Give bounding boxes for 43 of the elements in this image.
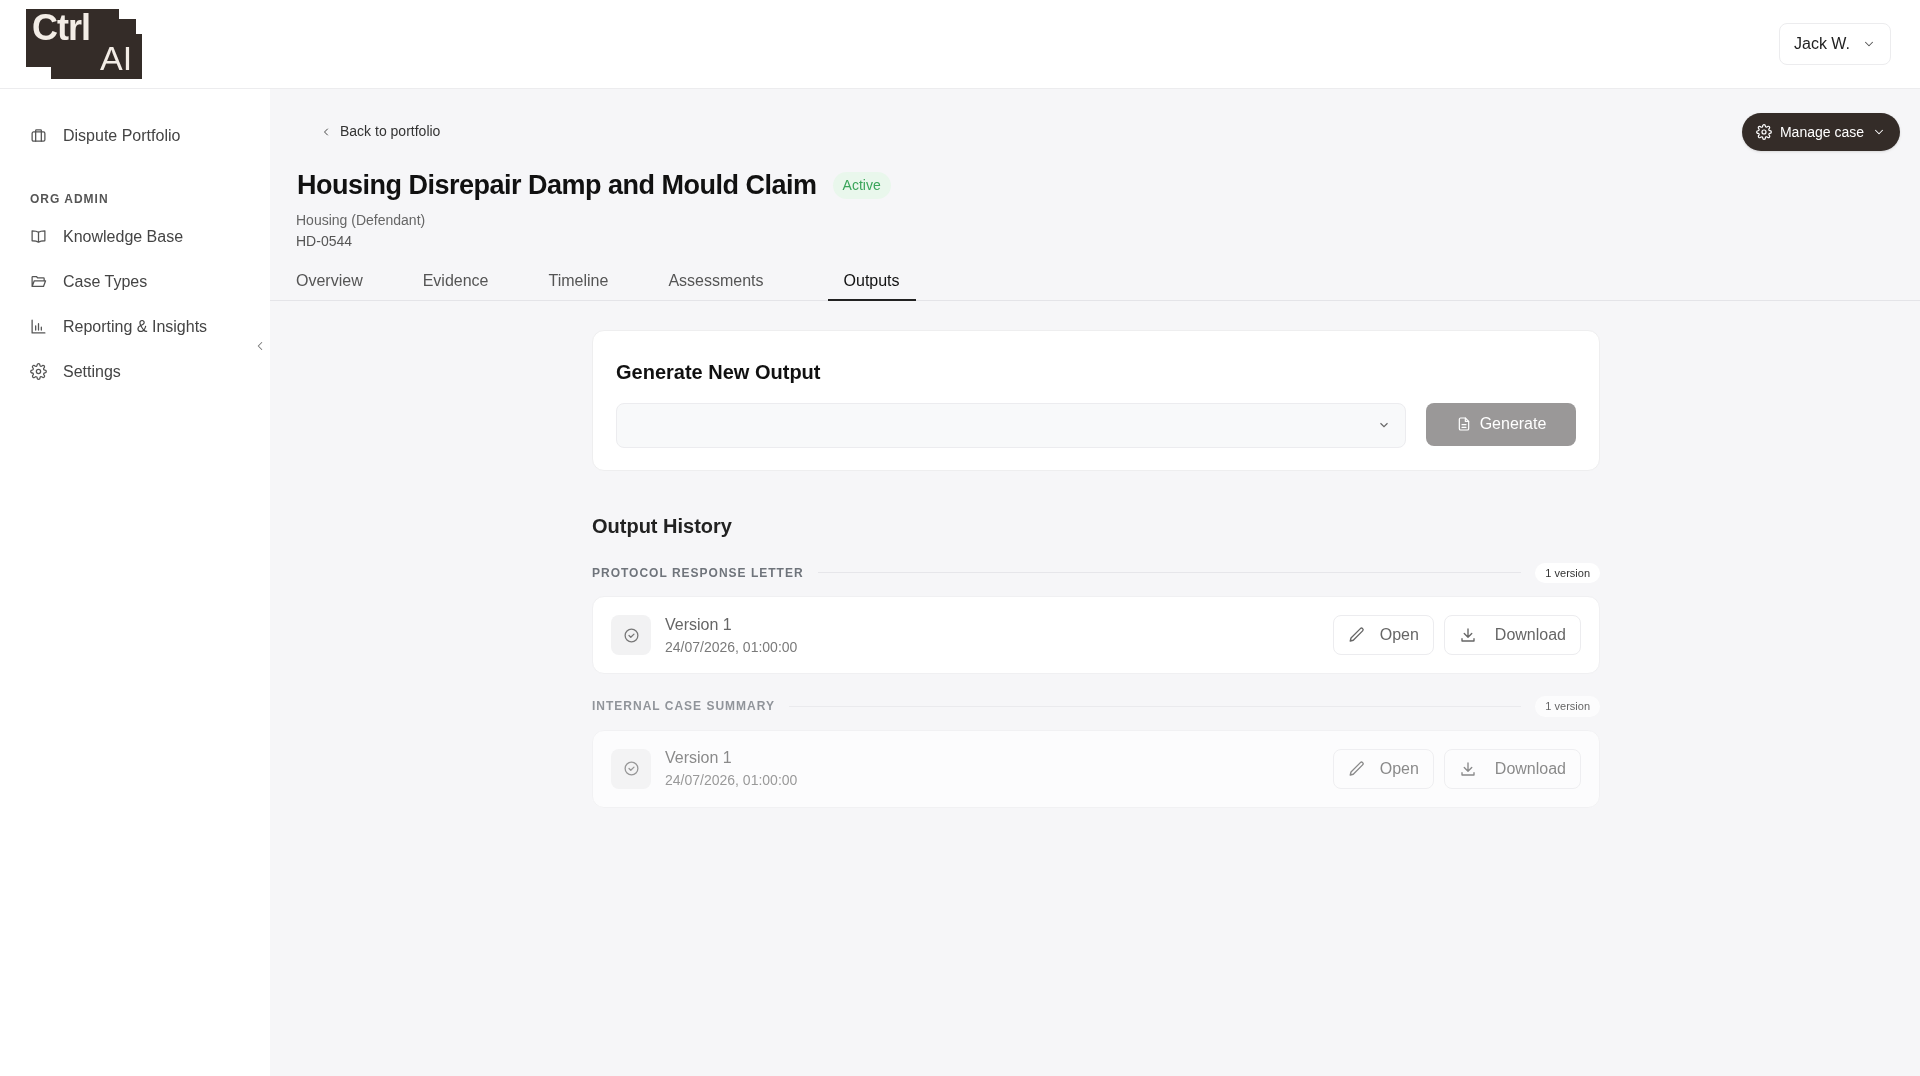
user-menu-button[interactable]: Jack W.	[1779, 23, 1891, 65]
version-count: 1 version	[1535, 562, 1600, 583]
version-count: 1 version	[1535, 696, 1600, 717]
version-label: Version 1	[665, 748, 733, 768]
tab[interactable]: Assessments	[652, 263, 780, 301]
tab[interactable]: Outputs	[827, 263, 916, 301]
briefcase-icon	[30, 127, 47, 144]
sidebar-item[interactable]: Settings	[30, 353, 240, 390]
open-button[interactable]: Open	[1332, 615, 1434, 655]
manage-case-button[interactable]: Manage case	[1741, 113, 1900, 151]
tab[interactable]: Timeline	[532, 263, 625, 301]
check-circle-icon	[622, 760, 640, 777]
pencil-icon	[1347, 626, 1366, 644]
back-link[interactable]: Back to portfolio	[320, 121, 441, 142]
sidebar-item[interactable]: Case Types	[30, 263, 240, 300]
sidebar-item[interactable]: Knowledge Base	[30, 218, 240, 255]
card-title: Generate New Output	[616, 359, 822, 385]
download-button[interactable]: Download	[1443, 748, 1581, 789]
check-circle-icon	[622, 626, 640, 644]
status-badge: Active	[832, 171, 891, 199]
tab[interactable]: Evidence	[406, 263, 505, 301]
group-heading: PROTOCOL RESPONSE LETTER	[592, 564, 804, 582]
group-heading: INTERNAL CASE SUMMARY	[592, 698, 775, 716]
download-icon	[1458, 759, 1477, 778]
tab[interactable]: Overview	[280, 263, 379, 301]
book-icon	[30, 228, 47, 245]
sidebar-item[interactable]: Reporting & Insights	[30, 308, 240, 345]
version-date: 24/07/2026, 01:00:00	[665, 637, 799, 657]
download-button[interactable]: Download	[1443, 615, 1581, 655]
version-label: Version 1	[665, 614, 733, 635]
settings-icon	[1755, 124, 1772, 140]
sidebar-item[interactable]: Dispute Portfolio	[30, 117, 240, 154]
download-icon	[1458, 626, 1477, 644]
folder-icon	[30, 273, 47, 290]
case-type: Housing (Defendant)	[296, 210, 427, 230]
version-date: 24/07/2026, 01:00:00	[665, 771, 799, 790]
case-reference: HD-0544	[296, 231, 354, 251]
pencil-icon	[1347, 759, 1366, 778]
settings-icon	[30, 363, 47, 380]
bar-chart-icon	[30, 318, 47, 335]
section-heading: ORG ADMIN	[30, 191, 110, 208]
case-title: Housing Disrepair Damp and Mould Claim	[297, 169, 817, 202]
section-title: Output History	[592, 513, 733, 539]
